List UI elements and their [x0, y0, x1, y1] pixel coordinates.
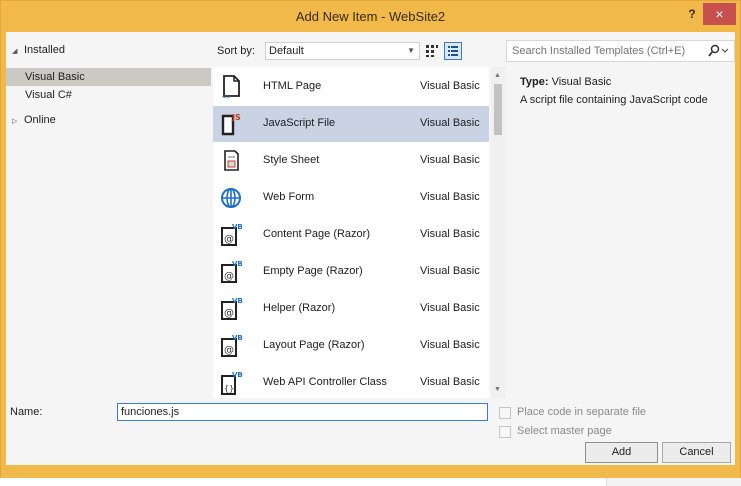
tree-item-visual-csharp[interactable]: Visual C# [6, 86, 211, 104]
svg-text:VB: VB [232, 371, 243, 379]
javascript-file-icon: JS [221, 113, 241, 136]
vb-razor-page-icon: @ VB [221, 260, 243, 283]
name-label: Name: [10, 406, 43, 418]
tree-node-label: Online [24, 114, 56, 126]
cancel-button[interactable]: Cancel [662, 442, 731, 463]
template-language: Visual Basic [420, 154, 480, 166]
template-item-helper-razor[interactable]: @ VB Helper (Razor) Visual Basic [213, 291, 489, 327]
svg-text:VB: VB [232, 297, 243, 305]
svg-text:<>: <> [222, 93, 230, 100]
template-name: Empty Page (Razor) [263, 265, 363, 277]
scrollbar-thumb[interactable] [494, 84, 502, 135]
add-new-item-dialog: Add New Item - WebSite2 ? × ◢ Installed V… [0, 0, 741, 478]
type-label: Type: [520, 76, 549, 88]
template-item-empty-page-razor[interactable]: @ VB Empty Page (Razor) Visual Basic [213, 254, 489, 290]
vb-razor-page-icon: @ VB [221, 297, 243, 320]
template-item-content-page-razor[interactable]: @ VB Content Page (Razor) Visual Basic [213, 217, 489, 253]
tree-node-installed[interactable]: ◢ Installed [6, 40, 211, 60]
vb-razor-page-icon: @ VB [221, 334, 243, 357]
master-page-label: Select master page [517, 425, 612, 437]
scroll-up-arrow-icon[interactable]: ▲ [494, 72, 501, 79]
template-name: HTML Page [263, 80, 322, 92]
chevron-down-icon: ▼ [407, 46, 415, 55]
tree-node-label: Installed [24, 44, 65, 56]
help-button[interactable]: ? [685, 7, 699, 23]
template-language: Visual Basic [420, 228, 480, 240]
template-language: Visual Basic [420, 191, 480, 203]
search-icon[interactable] [707, 44, 729, 58]
template-name: Web API Controller Class [263, 376, 387, 388]
small-icons-view-icon[interactable] [425, 44, 439, 58]
template-language: Visual Basic [420, 80, 480, 92]
template-item-web-api-controller-class[interactable]: {} VB Web API Controller Class Visual Ba… [213, 365, 489, 398]
template-name: Helper (Razor) [263, 302, 336, 314]
type-value: Visual Basic [551, 76, 612, 88]
sort-toolbar: Sort by: Default ▼ [214, 40, 499, 62]
svg-text:VB: VB [232, 334, 243, 342]
tree-node-online[interactable]: ▷ Online [6, 110, 211, 130]
expanded-arrow-icon[interactable]: ◢ [12, 42, 24, 62]
template-list: <> HTML Page Visual Basic JS JavaScript … [213, 67, 489, 398]
svg-text:@: @ [224, 345, 234, 356]
svg-text:VB: VB [232, 223, 243, 231]
template-name: Web Form [263, 191, 315, 203]
master-page-checkbox [499, 426, 511, 438]
title-bar[interactable]: Add New Item - WebSite2 ? × [1, 1, 740, 32]
svg-text:@: @ [224, 234, 234, 245]
html-page-icon: <> [222, 75, 240, 100]
scroll-down-arrow-icon[interactable]: ▼ [494, 386, 501, 393]
sort-by-dropdown[interactable]: Default ▼ [265, 42, 420, 60]
template-name: JavaScript File [263, 117, 336, 129]
close-button[interactable]: × [703, 3, 736, 25]
dialog-client-area: ◢ Installed Visual Basic Visual C# ▷ Onlin… [6, 32, 735, 465]
template-item-web-form[interactable]: Web Form Visual Basic [213, 180, 489, 216]
collapsed-arrow-icon[interactable]: ▷ [12, 112, 24, 132]
search-box[interactable] [506, 40, 735, 62]
template-item-javascript-file[interactable]: JS JavaScript File Visual Basic [213, 106, 489, 142]
template-language: Visual Basic [420, 117, 480, 129]
svg-text:@: @ [224, 271, 234, 282]
web-form-globe-icon [221, 188, 241, 208]
template-language: Visual Basic [420, 339, 480, 351]
place-code-checkbox [499, 407, 511, 419]
svg-text:JS: JS [231, 113, 241, 122]
dialog-bottom-border [1, 465, 740, 478]
template-name: Content Page (Razor) [263, 228, 370, 240]
vb-razor-page-icon: @ VB [221, 223, 243, 246]
template-name: Style Sheet [263, 154, 320, 166]
template-language: Visual Basic [420, 302, 480, 314]
template-description: A script file containing JavaScript code [520, 94, 708, 106]
svg-text:@: @ [224, 308, 234, 319]
template-language: Visual Basic [420, 376, 480, 388]
place-code-label: Place code in separate file [517, 406, 647, 418]
template-type-line: Type: Visual Basic [520, 76, 730, 94]
sort-by-label: Sort by: [217, 45, 255, 57]
sort-by-value: Default [269, 45, 304, 57]
template-item-style-sheet[interactable]: Style Sheet Visual Basic [213, 143, 489, 179]
template-item-layout-page-razor[interactable]: @ VB Layout Page (Razor) Visual Basic [213, 328, 489, 364]
dialog-title: Add New Item - WebSite2 [295, 9, 446, 24]
template-item-html-page[interactable]: <> HTML Page Visual Basic [213, 69, 489, 105]
add-button[interactable]: Add [585, 442, 658, 463]
template-name: Layout Page (Razor) [263, 339, 365, 351]
svg-text:VB: VB [232, 260, 243, 268]
search-input[interactable] [507, 41, 702, 61]
template-details-panel: Type: Visual Basic A script file contain… [520, 76, 730, 112]
template-category-tree: ◢ Installed Visual Basic Visual C# ▷ Onlin… [6, 40, 211, 130]
template-language: Visual Basic [420, 265, 480, 277]
style-sheet-icon [224, 150, 239, 171]
template-list-scrollbar[interactable]: ▲ ▼ [491, 67, 506, 398]
svg-text:{}: {} [224, 384, 234, 393]
name-field[interactable] [117, 403, 488, 421]
tree-item-visual-basic[interactable]: Visual Basic [6, 68, 211, 86]
list-view-icon[interactable] [444, 42, 462, 60]
vb-class-icon: {} VB [221, 371, 243, 395]
